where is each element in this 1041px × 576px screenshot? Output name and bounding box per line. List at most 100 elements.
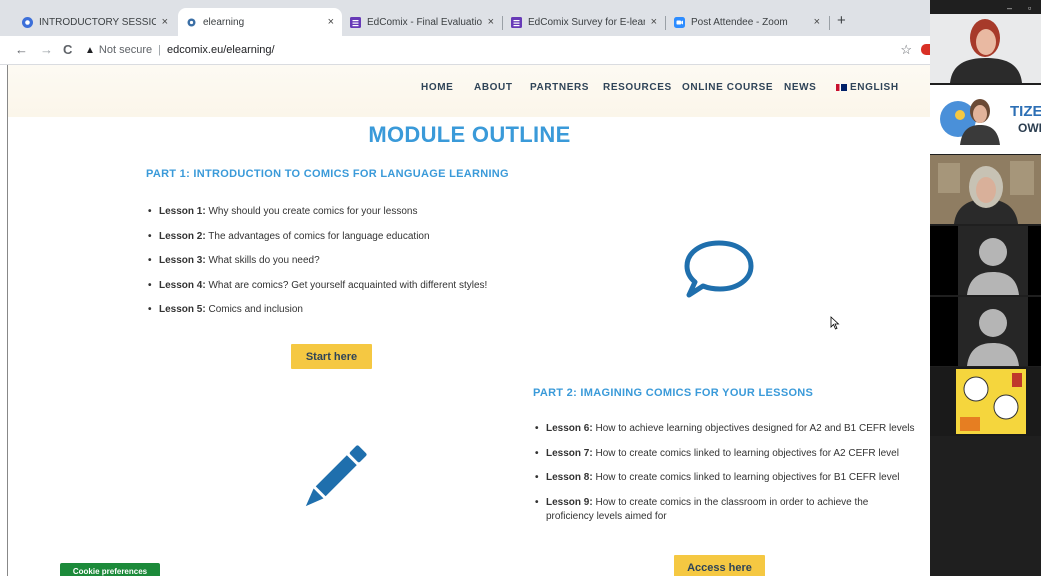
extension-icon[interactable] [921,44,930,55]
comic-book-image-icon [956,369,1026,434]
tab-close-icon[interactable]: × [162,16,168,28]
mouse-cursor-icon [830,316,840,330]
tab-close-icon[interactable]: × [651,16,657,28]
lesson-item: Lesson 7: How to create comics linked to… [533,447,918,472]
zoom-participant-panel: – ▫ TIZEN OWE [930,0,1041,576]
lesson-item: Lesson 2: The advantages of comics for l… [146,230,546,255]
lesson-label: Lesson 7: [546,447,593,459]
participant-person-icon [950,19,1022,83]
tab-title: Post Attendee - Zoom [691,16,788,28]
nav-home[interactable]: HOME [421,82,453,93]
lesson-text: What skills do you need? [205,255,320,266]
lesson-item: Lesson 9: How to create comics in the cl… [533,496,918,536]
minimize-icon[interactable]: – [1007,3,1012,13]
tab-strip: INTRODUCTORY SESSION FOR E × elearning ×… [0,0,930,36]
logo-text-bottom: OWE [1018,121,1041,135]
url-text: edcomix.eu/elearning/ [166,44,275,56]
participant-video-4[interactable] [930,226,1041,295]
new-tab-button[interactable]: + [837,12,846,29]
nav-resources[interactable]: RESOURCES [603,82,672,93]
nav-partners[interactable]: PARTNERS [530,82,589,93]
lesson-item: Lesson 1: Why should you create comics f… [146,205,546,230]
tab-title: EdComix - Final Evaluation [367,16,482,28]
nav-about[interactable]: ABOUT [474,82,513,93]
lesson-item: Lesson 3: What skills do you need? [146,254,546,279]
module-title: MODULE OUTLINE [368,122,571,147]
lesson-item: Lesson 5: Comics and inclusion [146,303,546,328]
webpage: HOME ABOUT PARTNERS RESOURCES ONLINE COU… [7,65,931,576]
security-label: Not secure [98,44,153,56]
google-meet-favicon-icon [22,16,33,28]
lesson-label: Lesson 4: [159,279,206,291]
warning-triangle-icon: ▲ [85,44,95,56]
reload-icon[interactable]: C [63,42,72,57]
lesson-label: Lesson 5: [159,304,206,315]
part1-lesson-list: Lesson 1: Why should you create comics f… [146,205,546,328]
participant-video-1[interactable] [930,14,1041,83]
tab-introductory-session[interactable]: INTRODUCTORY SESSION FOR E × [14,8,176,36]
lesson-text: Why should you create comics for your le… [205,206,418,217]
lesson-label: Lesson 8: [546,472,593,483]
url-separator: | [158,44,161,56]
participant-person-icon [930,155,1041,224]
gear-favicon-icon [186,17,197,28]
browser-window: INTRODUCTORY SESSION FOR E × elearning ×… [0,0,931,576]
participant-video-6[interactable] [930,367,1041,436]
lesson-text: How to create comics linked to learning … [592,472,900,483]
speech-bubble-icon [684,240,754,298]
tab-close-icon[interactable]: × [488,16,494,28]
participant-video-3[interactable] [930,155,1041,224]
cookie-preferences-button[interactable]: Cookie preferences [60,563,160,576]
lesson-item: Lesson 6: How to achieve learning object… [533,422,918,447]
tab-title: elearning [203,16,245,28]
lesson-text: What are comics? Get yourself acquainted… [205,279,488,291]
forward-arrow-icon[interactable]: → [40,42,53,57]
lesson-text: The advantages of comics for language ed… [205,230,430,242]
zoom-favicon-icon [674,16,685,28]
uk-flag-icon [836,83,847,91]
nav-news[interactable]: NEWS [784,82,816,93]
language-selector[interactable]: ENGLISH [836,82,899,93]
avatar-placeholder-icon [958,297,1028,366]
avatar-placeholder-icon [958,226,1028,295]
tab-close-icon[interactable]: × [814,16,820,28]
part2-title: PART 2: IMAGINING COMICS FOR YOUR LESSON… [533,387,814,399]
pencil-icon [305,445,367,507]
lesson-text: Comics and inclusion [205,304,303,315]
tab-zoom[interactable]: Post Attendee - Zoom × [666,8,828,36]
forms-favicon-icon [511,16,522,28]
part2-lesson-list: Lesson 6: How to achieve learning object… [533,422,918,536]
start-here-button[interactable]: Start here [291,344,372,369]
part1-title: PART 1: INTRODUCTION TO COMICS FOR LANGU… [146,168,509,180]
language-label: ENGLISH [850,82,899,93]
lesson-text: How to achieve learning objectives desig… [592,423,915,434]
tab-close-icon[interactable]: × [328,16,334,28]
lesson-text: How to create comics in the classroom in… [546,496,869,522]
tab-divider [829,16,830,30]
lesson-label: Lesson 1: [159,206,206,217]
lesson-label: Lesson 6: [546,423,593,434]
bookmark-star-icon[interactable]: ☆ [900,42,912,58]
access-here-button[interactable]: Access here [674,555,765,576]
forms-favicon-icon [350,16,361,28]
lesson-text: How to create comics linked to learning … [592,447,899,459]
tab-title: EdComix Survey for E-learning M [528,16,645,28]
restore-icon[interactable]: ▫ [1028,3,1031,13]
lesson-label: Lesson 2: [159,230,206,242]
tab-title: INTRODUCTORY SESSION FOR E [39,16,156,28]
address-bar: ← → C ▲ Not secure | edcomix.eu/elearnin… [0,36,930,65]
logo-text-top: TIZEN [1010,103,1041,120]
lesson-label: Lesson 3: [159,255,206,266]
url-field[interactable]: ▲ Not secure | edcomix.eu/elearning/ [85,40,915,60]
site-header: HOME ABOUT PARTNERS RESOURCES ONLINE COU… [8,65,931,117]
tab-survey[interactable]: EdComix Survey for E-learning M × [503,8,665,36]
participant-video-5[interactable] [930,297,1041,366]
participant-video-2[interactable]: TIZEN OWE [930,85,1041,154]
tab-final-evaluation[interactable]: EdComix - Final Evaluation × [342,8,502,36]
back-arrow-icon[interactable]: ← [15,42,28,57]
tab-elearning[interactable]: elearning × [178,8,342,36]
lesson-item: Lesson 8: How to create comics linked to… [533,471,918,496]
lesson-label: Lesson 9: [546,496,593,508]
lesson-item: Lesson 4: What are comics? Get yourself … [146,279,546,304]
nav-online-course[interactable]: ONLINE COURSE [682,82,773,93]
